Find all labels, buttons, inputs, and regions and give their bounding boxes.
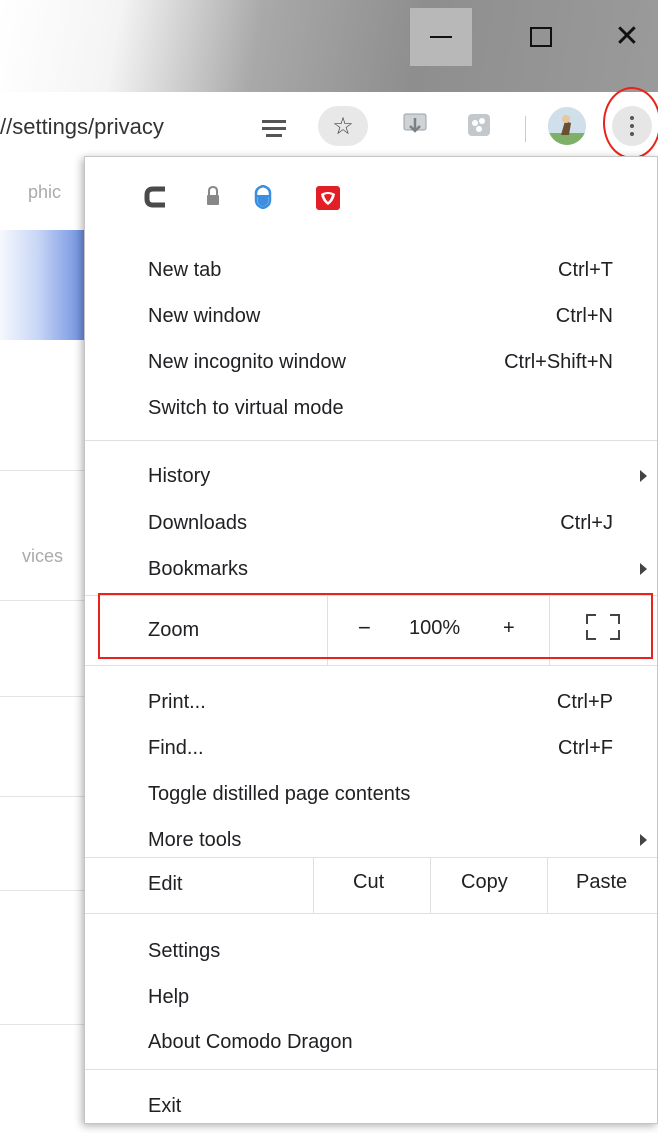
menu-divider <box>85 857 657 858</box>
menu-item-label: More tools <box>148 829 242 851</box>
menu-item-shortcut: Ctrl+J <box>560 512 613 534</box>
menu-item-settings[interactable]: Settings <box>85 928 657 974</box>
background-text-top: phic <box>28 182 62 202</box>
menu-item-label: About Comodo Dragon <box>148 1031 353 1053</box>
menu-item-exit[interactable]: Exit <box>85 1083 657 1129</box>
menu-item-label: Toggle distilled page contents <box>148 783 411 805</box>
menu-item-shortcut: Ctrl+T <box>558 259 613 281</box>
edit-separator <box>547 857 548 913</box>
background-divider <box>0 1024 84 1025</box>
menu-item-new-tab[interactable]: New tab Ctrl+T <box>85 247 657 293</box>
background-divider <box>0 470 84 471</box>
background-blue-banner <box>0 230 84 340</box>
menu-item-find[interactable]: Find... Ctrl+F <box>85 725 657 771</box>
edit-separator <box>430 857 431 913</box>
background-divider <box>0 890 84 891</box>
background-divider <box>0 696 84 697</box>
maximize-button[interactable] <box>510 8 572 66</box>
menu-item-toggle-distilled[interactable]: Toggle distilled page contents <box>85 771 657 817</box>
background-text-mid: vices <box>22 546 64 566</box>
menu-item-label: Print... <box>148 691 206 713</box>
menu-item-label: New tab <box>148 259 222 281</box>
menu-item-label: Switch to virtual mode <box>148 397 344 419</box>
menu-item-history[interactable]: History <box>85 453 657 499</box>
menu-item-label: Find... <box>148 737 204 759</box>
menu-item-bookmarks[interactable]: Bookmarks <box>85 546 657 592</box>
edit-separator <box>313 857 314 913</box>
window-title-bar: ✕ <box>0 0 658 92</box>
red-extension-icon[interactable] <box>315 185 341 211</box>
menu-divider <box>85 913 657 914</box>
highlight-circle <box>603 87 658 159</box>
menu-divider <box>85 665 657 666</box>
menu-item-label: New window <box>148 305 261 327</box>
menu-item-label: History <box>148 465 211 487</box>
close-icon: ✕ <box>614 19 640 54</box>
menu-item-label: New incognito window <box>148 351 346 373</box>
menu-item-about[interactable]: About Comodo Dragon <box>85 1019 657 1065</box>
lock-icon[interactable] <box>205 185 221 207</box>
download-icon[interactable] <box>400 110 430 140</box>
menu-item-label: Downloads <box>148 512 247 534</box>
menu-item-label: Settings <box>148 940 221 962</box>
maximize-icon <box>530 27 552 47</box>
minimize-button[interactable] <box>410 8 472 66</box>
copy-button[interactable]: Copy <box>461 871 508 894</box>
menu-item-label: Bookmarks <box>148 558 249 580</box>
menu-item-new-incognito-window[interactable]: New incognito window Ctrl+Shift+N <box>85 339 657 385</box>
reader-mode-icon[interactable] <box>262 116 286 140</box>
background-divider <box>0 796 84 797</box>
address-bar-url[interactable]: //settings/privacy <box>0 114 164 140</box>
profile-avatar[interactable] <box>548 107 586 145</box>
menu-item-downloads[interactable]: Downloads Ctrl+J <box>85 500 657 546</box>
edit-label: Edit <box>148 873 183 895</box>
background-divider <box>0 600 84 601</box>
close-window-button[interactable]: ✕ <box>596 8 658 66</box>
toolbar-divider <box>525 116 526 142</box>
cut-button[interactable]: Cut <box>353 871 384 894</box>
menu-divider <box>85 1069 657 1070</box>
menu-item-shortcut: Ctrl+N <box>555 305 613 327</box>
menu-item-print[interactable]: Print... Ctrl+P <box>85 679 657 725</box>
minimize-icon <box>430 36 452 38</box>
extension-icon-row <box>85 157 658 237</box>
submenu-arrow-icon <box>640 563 647 575</box>
menu-divider <box>85 440 657 441</box>
zoom-highlight-box <box>98 593 653 659</box>
menu-item-shortcut: Ctrl+P <box>556 691 613 713</box>
extension-icon[interactable] <box>464 110 494 140</box>
bookmark-star-icon[interactable]: ☆ <box>318 106 368 146</box>
menu-item-shortcut: Ctrl+F <box>558 737 613 759</box>
menu-item-switch-virtual-mode[interactable]: Switch to virtual mode <box>85 385 657 431</box>
submenu-arrow-icon <box>640 470 647 482</box>
paste-button[interactable]: Paste <box>576 871 627 894</box>
comodo-c-icon[interactable] <box>143 185 169 209</box>
menu-item-help[interactable]: Help <box>85 974 657 1020</box>
menu-item-label: Help <box>148 986 190 1008</box>
submenu-arrow-icon <box>640 834 647 846</box>
shield-icon[interactable] <box>254 185 272 209</box>
menu-item-new-window[interactable]: New window Ctrl+N <box>85 293 657 339</box>
menu-item-shortcut: Ctrl+Shift+N <box>504 351 613 373</box>
menu-item-label: Exit <box>148 1095 182 1117</box>
